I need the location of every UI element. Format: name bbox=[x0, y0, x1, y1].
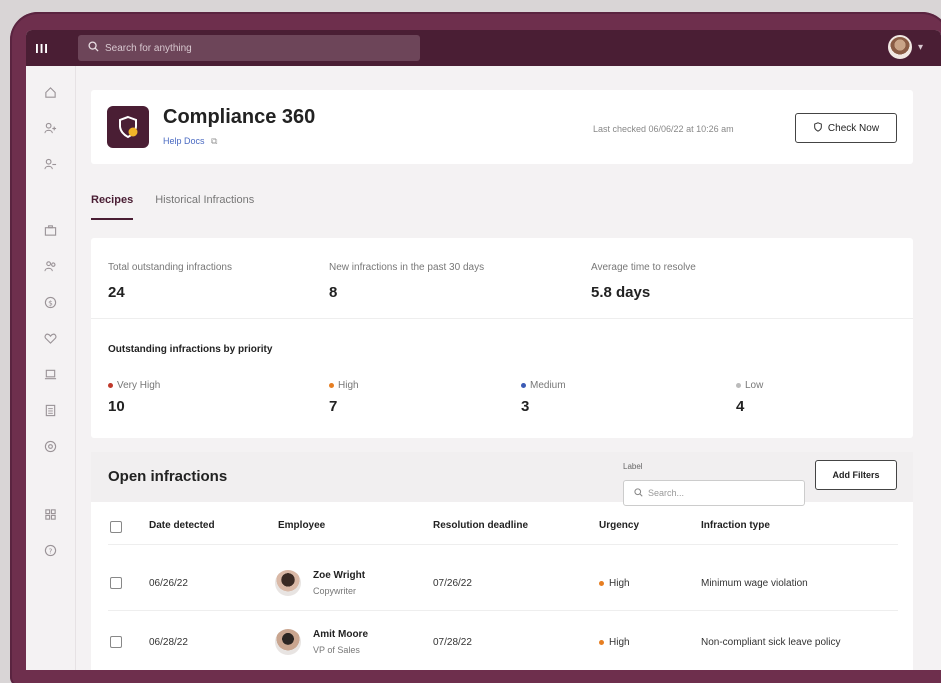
row-checkbox[interactable] bbox=[110, 636, 122, 648]
search-icon bbox=[88, 41, 99, 55]
row-resolution-deadline: 07/26/22 bbox=[433, 578, 472, 589]
urgency-dot-icon bbox=[599, 581, 604, 586]
svg-text:?: ? bbox=[48, 546, 52, 555]
total-infractions-value: 24 bbox=[108, 284, 125, 301]
tab-recipes[interactable]: Recipes bbox=[91, 190, 134, 220]
col-infraction-type[interactable]: Infraction type bbox=[701, 520, 770, 531]
employee-name[interactable]: Amit Moore bbox=[313, 629, 368, 640]
medium-dot-icon bbox=[521, 383, 526, 388]
row-urgency: High bbox=[599, 637, 630, 648]
laptop-icon[interactable] bbox=[40, 364, 60, 384]
row-divider bbox=[108, 610, 898, 611]
top-bar: III Search for anything ▾ bbox=[26, 30, 941, 66]
total-infractions-label: Total outstanding infractions bbox=[108, 262, 232, 273]
low-dot-icon bbox=[736, 383, 741, 388]
remove-person-icon[interactable] bbox=[40, 154, 60, 174]
label-search-input[interactable]: Search... bbox=[623, 480, 805, 506]
global-search-input[interactable]: Search for anything bbox=[78, 35, 420, 61]
row-date-detected: 06/28/22 bbox=[149, 637, 188, 648]
shield-check-icon bbox=[813, 121, 823, 135]
very-high-dot-icon bbox=[108, 383, 113, 388]
add-person-icon[interactable] bbox=[40, 118, 60, 138]
open-infractions-card: Open infractions Label Search... Add Fil… bbox=[91, 452, 913, 670]
check-now-button[interactable]: Check Now bbox=[795, 113, 897, 143]
priority-very-high-label: Very High bbox=[108, 380, 160, 391]
check-now-label: Check Now bbox=[827, 122, 880, 134]
new-infractions-label: New infractions in the past 30 days bbox=[329, 262, 485, 273]
app-logo[interactable]: III bbox=[26, 30, 58, 66]
left-sidebar: $ ? bbox=[26, 66, 76, 670]
dollar-icon[interactable]: $ bbox=[40, 292, 60, 312]
page-title: Compliance 360 bbox=[163, 106, 316, 128]
row-infraction-type: Non-compliant sick leave policy bbox=[701, 637, 841, 648]
compliance-shield-icon bbox=[107, 106, 149, 148]
briefcase-icon[interactable] bbox=[40, 220, 60, 240]
stats-card: Total outstanding infractions 24 New inf… bbox=[91, 238, 913, 438]
chevron-down-icon[interactable]: ▾ bbox=[918, 42, 923, 53]
help-docs-link[interactable]: Help Docs ⧉ bbox=[163, 136, 217, 147]
new-infractions-value: 8 bbox=[329, 284, 338, 301]
last-checked-text: Last checked 06/06/22 at 10:26 am bbox=[593, 124, 734, 134]
row-resolution-deadline: 07/28/22 bbox=[433, 637, 472, 648]
priority-very-high-text: Very High bbox=[117, 380, 161, 391]
row-urgency: High bbox=[599, 578, 630, 589]
priority-high-text: High bbox=[338, 380, 359, 391]
svg-text:$: $ bbox=[48, 298, 53, 307]
user-avatar[interactable] bbox=[887, 35, 912, 59]
col-date-detected[interactable]: Date detected bbox=[149, 520, 215, 531]
avg-resolve-value: 5.8 days bbox=[591, 284, 651, 301]
urgency-text: High bbox=[609, 578, 630, 589]
header-divider bbox=[108, 544, 898, 545]
home-icon[interactable] bbox=[40, 82, 60, 102]
col-resolution-deadline[interactable]: Resolution deadline bbox=[433, 520, 528, 531]
priority-low-value: 4 bbox=[736, 398, 745, 415]
add-filters-button[interactable]: Add Filters bbox=[815, 460, 897, 490]
high-dot-icon bbox=[329, 383, 334, 388]
app-window: III Search for anything ▾ $ ? Compliance… bbox=[26, 30, 941, 670]
col-urgency[interactable]: Urgency bbox=[599, 520, 639, 531]
priority-section-title: Outstanding infractions by priority bbox=[108, 344, 273, 355]
label-search-placeholder: Search... bbox=[648, 488, 685, 498]
row-infraction-type: Minimum wage violation bbox=[701, 578, 808, 589]
priority-medium-value: 3 bbox=[521, 398, 530, 415]
urgency-text: High bbox=[609, 637, 630, 648]
settings-icon[interactable] bbox=[40, 436, 60, 456]
tab-historical-infractions[interactable]: Historical Infractions bbox=[155, 190, 254, 224]
heart-icon[interactable] bbox=[40, 328, 60, 348]
select-all-checkbox[interactable] bbox=[110, 521, 122, 533]
priority-very-high-value: 10 bbox=[108, 398, 125, 415]
help-docs-label: Help Docs bbox=[163, 136, 205, 146]
tab-bar: Recipes Historical Infractions bbox=[91, 190, 491, 224]
filter-label-caption: Label bbox=[623, 462, 643, 471]
avg-resolve-label: Average time to resolve bbox=[591, 262, 696, 273]
row-date-detected: 06/26/22 bbox=[149, 578, 188, 589]
people-icon[interactable] bbox=[40, 256, 60, 276]
page-header-card: Compliance 360 Help Docs ⧉ Last checked … bbox=[91, 90, 913, 164]
col-employee[interactable]: Employee bbox=[278, 520, 325, 531]
priority-medium-label: Medium bbox=[521, 380, 566, 391]
urgency-dot-icon bbox=[599, 640, 604, 645]
external-link-icon: ⧉ bbox=[211, 136, 218, 146]
main-content: Compliance 360 Help Docs ⧉ Last checked … bbox=[76, 66, 941, 670]
priority-high-value: 7 bbox=[329, 398, 338, 415]
help-icon[interactable]: ? bbox=[40, 540, 60, 560]
employee-avatar bbox=[275, 570, 301, 596]
account-menu[interactable]: ▾ bbox=[887, 35, 923, 59]
employee-role: Copywriter bbox=[313, 586, 357, 596]
employee-name[interactable]: Zoe Wright bbox=[313, 570, 365, 581]
priority-low-label: Low bbox=[736, 380, 763, 391]
open-infractions-title: Open infractions bbox=[108, 468, 228, 485]
document-icon[interactable] bbox=[40, 400, 60, 420]
row-checkbox[interactable] bbox=[110, 577, 122, 589]
global-search-placeholder: Search for anything bbox=[105, 42, 192, 54]
stats-divider bbox=[91, 318, 913, 319]
reports-icon[interactable] bbox=[40, 504, 60, 524]
employee-avatar bbox=[275, 629, 301, 655]
search-icon bbox=[634, 487, 643, 499]
priority-low-text: Low bbox=[745, 380, 764, 391]
priority-high-label: High bbox=[329, 380, 359, 391]
employee-role: VP of Sales bbox=[313, 645, 360, 655]
priority-medium-text: Medium bbox=[530, 380, 566, 391]
